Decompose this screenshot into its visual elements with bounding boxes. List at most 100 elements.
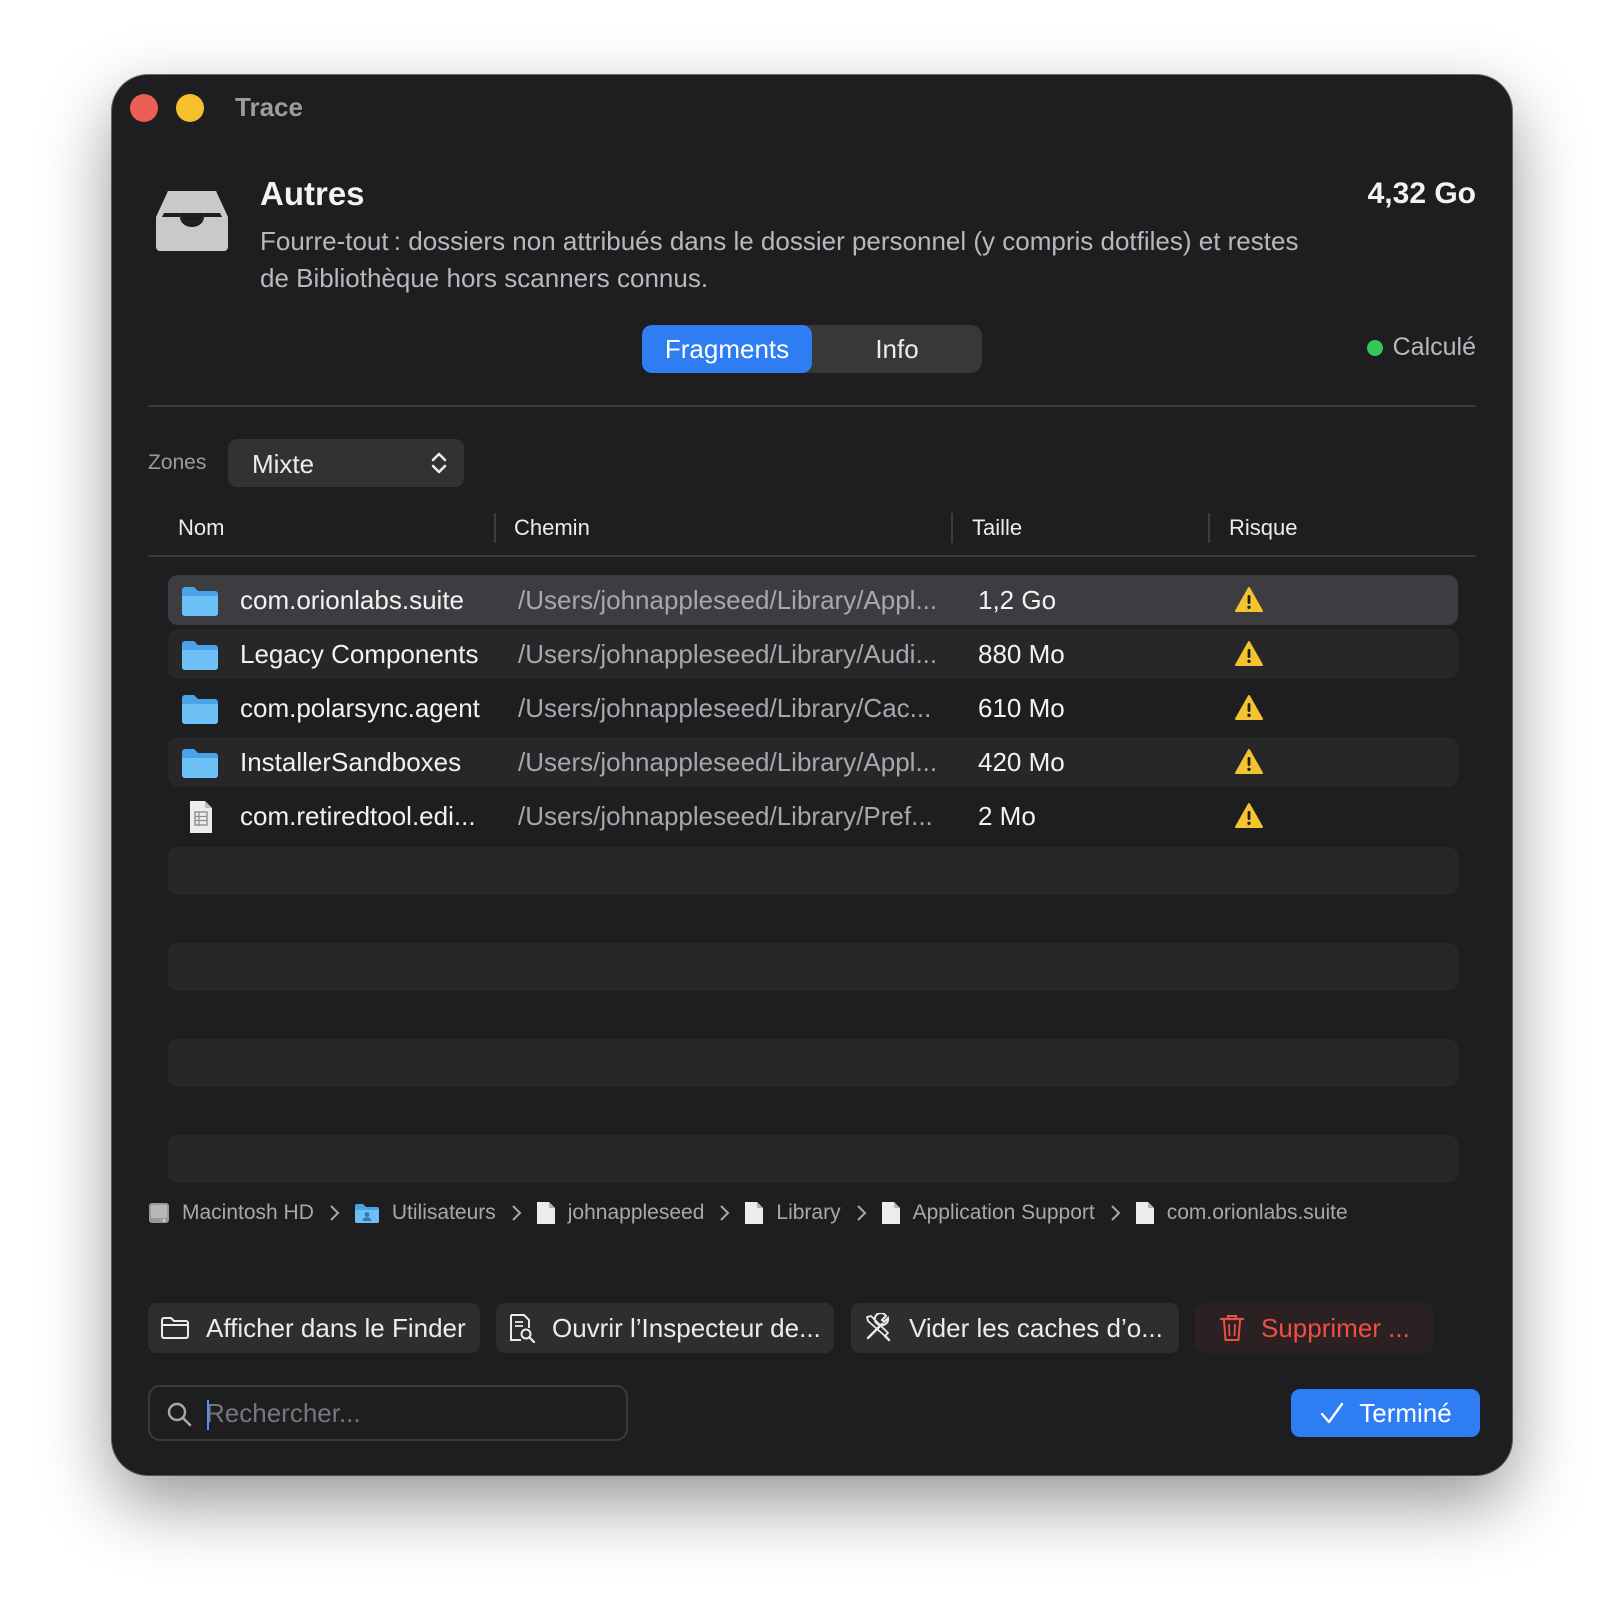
- document-icon: [1135, 1202, 1154, 1224]
- table-header: Nom Chemin Taille Risque: [148, 505, 1476, 557]
- done-label: Terminé: [1359, 1397, 1452, 1428]
- done-button[interactable]: Terminé: [1291, 1389, 1480, 1437]
- document-icon: [745, 1202, 764, 1224]
- chevron-right-icon: [856, 1205, 867, 1221]
- breadcrumb-item[interactable]: com.orionlabs.suite: [1135, 1201, 1348, 1225]
- search-icon: [167, 1402, 192, 1427]
- divider: [148, 405, 1476, 407]
- checkmark-icon: [1321, 1402, 1344, 1424]
- breadcrumb-label: Utilisateurs: [391, 1201, 496, 1224]
- tab-fragments[interactable]: Fragments: [642, 325, 812, 373]
- row-name: com.retiredtool.edi...: [240, 801, 476, 831]
- delete-button[interactable]: Supprimer ...: [1195, 1303, 1433, 1353]
- column-separator[interactable]: [494, 513, 496, 543]
- folder-icon: [182, 641, 218, 670]
- document-search-icon: [510, 1314, 536, 1343]
- column-header-path[interactable]: Chemin: [514, 515, 590, 541]
- open-inspector-button[interactable]: Ouvrir l’Inspecteur de...: [496, 1303, 834, 1353]
- row-size: 2 Mo: [978, 801, 1036, 831]
- table-row[interactable]: InstallerSandboxes /Users/johnappleseed/…: [168, 737, 1458, 787]
- empty-row: [168, 1135, 1458, 1183]
- breadcrumb-item[interactable]: Macintosh HD: [148, 1201, 314, 1225]
- zones-value: Mixte: [252, 449, 315, 479]
- delete-label: Supprimer ...: [1261, 1312, 1410, 1343]
- warning-icon: [1235, 695, 1263, 720]
- open-inspector-label: Ouvrir l’Inspecteur de...: [552, 1312, 821, 1343]
- column-separator[interactable]: [1208, 513, 1210, 543]
- window-title: Trace: [235, 92, 303, 122]
- status-dot: [1366, 339, 1383, 356]
- text-caret: [207, 1400, 209, 1430]
- table-row[interactable]: com.polarsync.agent /Users/johnappleseed…: [168, 683, 1458, 733]
- row-name: InstallerSandboxes: [240, 747, 462, 777]
- search-input[interactable]: [206, 1395, 606, 1431]
- warning-icon: [1235, 803, 1263, 828]
- table-row[interactable]: com.retiredtool.edi... /Users/johnapples…: [168, 791, 1458, 841]
- row-path: /Users/johnappleseed/Library/Appl...: [518, 585, 938, 615]
- show-in-finder-label: Afficher dans le Finder: [206, 1312, 466, 1343]
- chevron-right-icon: [512, 1205, 522, 1221]
- row-name: Legacy Components: [240, 639, 479, 669]
- column-header-name[interactable]: Nom: [178, 515, 224, 541]
- show-in-finder-button[interactable]: Afficher dans le Finder: [148, 1303, 480, 1353]
- breadcrumb-item[interactable]: Utilisateurs: [354, 1201, 496, 1225]
- folder-icon: [182, 695, 218, 724]
- zones-select[interactable]: Mixte: [228, 439, 464, 487]
- breadcrumb-label: johnappleseed: [567, 1201, 705, 1224]
- breadcrumb-label: Library: [776, 1201, 841, 1224]
- category-title: Autres: [260, 175, 365, 212]
- warning-icon: [1235, 641, 1263, 666]
- disk-icon: [149, 1203, 169, 1223]
- window: Trace Autres Fourre-tout : dossiers non …: [112, 75, 1512, 1475]
- row-name: com.orionlabs.suite: [240, 585, 464, 615]
- zones-label: Zones: [148, 451, 207, 474]
- column-header-risk[interactable]: Risque: [1229, 515, 1297, 541]
- row-size: 1,2 Go: [978, 585, 1057, 615]
- breadcrumb-label: Macintosh HD: [182, 1201, 314, 1224]
- row-size: 420 Mo: [978, 747, 1065, 777]
- path-breadcrumb: Macintosh HD Utilisateurs johnappleseed: [148, 1193, 1348, 1233]
- empty-row: [168, 1039, 1458, 1087]
- tray-icon: [156, 191, 228, 251]
- table-row[interactable]: Legacy Components /Users/johnappleseed/L…: [168, 629, 1458, 679]
- document-icon: [190, 801, 212, 833]
- wrench-screwdriver-icon: [866, 1313, 891, 1342]
- row-path: /Users/johnappleseed/Library/Cac...: [518, 693, 932, 723]
- warning-icon: [1235, 749, 1263, 774]
- view-segmented-control: Fragments Info: [642, 325, 982, 373]
- category-size: 4,32 Go: [1367, 177, 1476, 210]
- warning-icon: [1235, 587, 1263, 612]
- document-icon: [881, 1202, 900, 1224]
- breadcrumb-label: com.orionlabs.suite: [1166, 1201, 1348, 1224]
- row-path: /Users/johnappleseed/Library/Pref...: [518, 801, 933, 831]
- clear-caches-label: Vider les caches d’o...: [909, 1312, 1163, 1343]
- row-size: 610 Mo: [978, 693, 1065, 723]
- column-header-size[interactable]: Taille: [972, 515, 1022, 541]
- clear-caches-button[interactable]: Vider les caches d’o...: [851, 1303, 1179, 1353]
- empty-row: [168, 847, 1458, 895]
- users-folder-icon: [354, 1204, 379, 1223]
- chevron-right-icon: [720, 1205, 730, 1221]
- document-icon: [536, 1202, 555, 1224]
- row-path: /Users/johnappleseed/Library/Appl...: [518, 747, 938, 777]
- tab-info[interactable]: Info: [812, 325, 982, 373]
- chevron-right-icon: [330, 1205, 340, 1221]
- chevron-right-icon: [1111, 1205, 1121, 1221]
- breadcrumb-label: Application Support: [912, 1201, 1095, 1224]
- trash-icon: [1219, 1315, 1245, 1341]
- chevron-up-down-icon: [431, 452, 447, 474]
- breadcrumb-item[interactable]: Application Support: [881, 1201, 1095, 1225]
- close-window-button[interactable]: [130, 94, 158, 122]
- status-indicator: Calculé: [1366, 333, 1476, 362]
- minimize-window-button[interactable]: [176, 94, 204, 122]
- row-size: 880 Mo: [978, 639, 1065, 669]
- table-row[interactable]: com.orionlabs.suite /Users/johnappleseed…: [168, 575, 1458, 625]
- folder-icon: [182, 587, 218, 616]
- row-path: /Users/johnappleseed/Library/Audi...: [518, 639, 938, 669]
- breadcrumb-item[interactable]: johnappleseed: [536, 1201, 705, 1225]
- titlebar: Trace: [112, 75, 1512, 139]
- breadcrumb-item[interactable]: Library: [744, 1201, 841, 1225]
- status-label: Calculé: [1392, 333, 1476, 361]
- empty-row: [168, 943, 1458, 991]
- column-separator[interactable]: [951, 513, 953, 543]
